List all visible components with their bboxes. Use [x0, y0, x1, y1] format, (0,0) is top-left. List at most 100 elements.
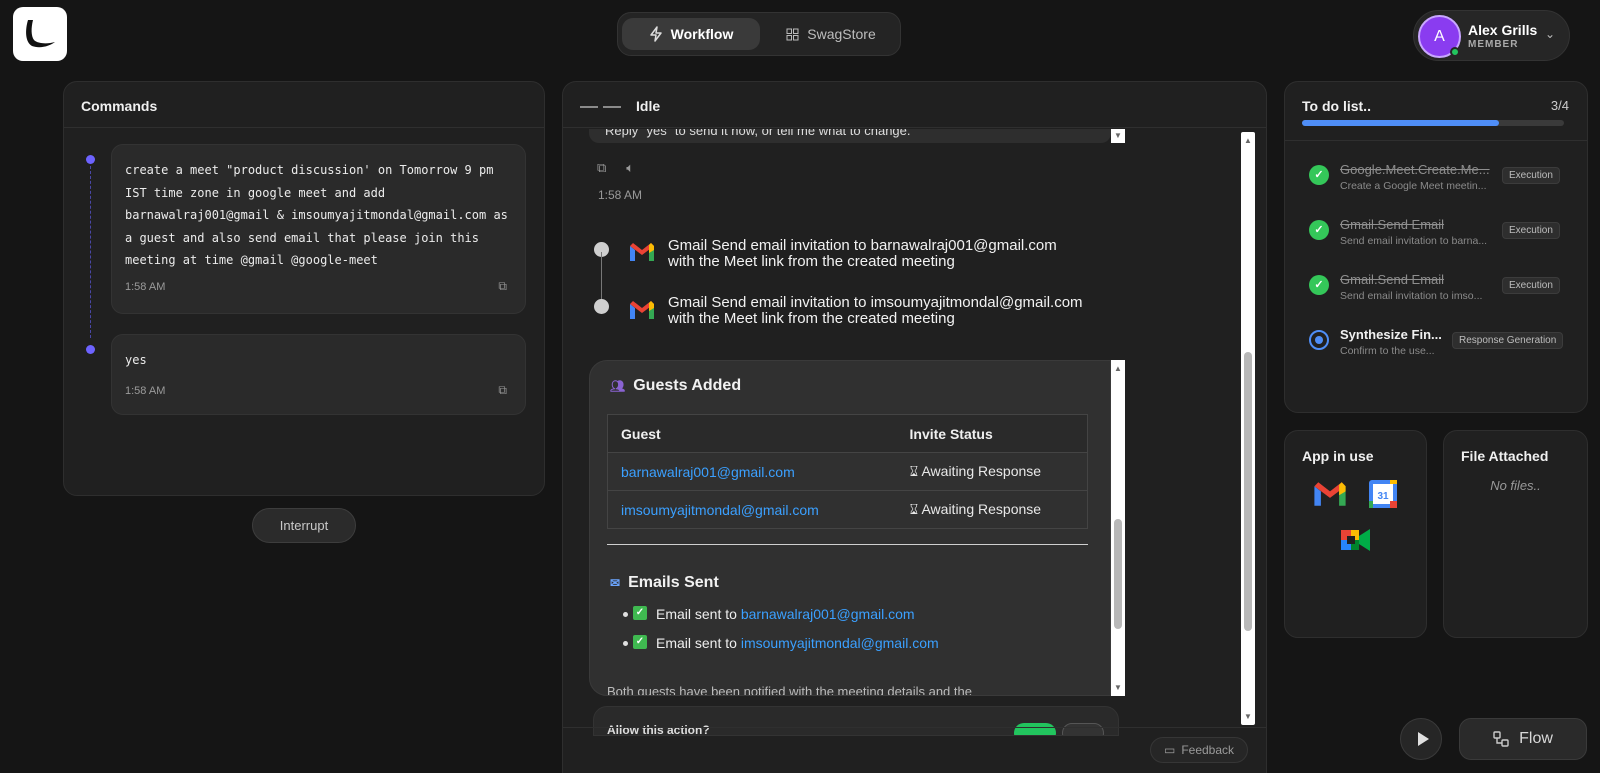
status-badge: Execution — [1502, 222, 1560, 239]
todo-name: Google.Meet.Create.Me... — [1340, 162, 1490, 177]
timeline-dot — [86, 155, 95, 164]
google-calendar-icon: 31 — [1369, 480, 1397, 508]
email-prefix: Email sent to — [656, 635, 741, 651]
copy-icon[interactable]: ⧉ — [498, 279, 507, 294]
guests-title: Guests Added — [633, 377, 742, 394]
email-prefix: Email sent to — [656, 606, 741, 622]
scrollbar-thumb[interactable] — [1244, 352, 1252, 631]
command-time: 1:58 AM — [125, 385, 166, 397]
scrollbar[interactable]: ▲ ▼ — [1111, 360, 1125, 696]
guests-section-title: 👥︎ Guests Added — [610, 377, 741, 395]
todo-progress — [1302, 120, 1564, 126]
divider — [563, 727, 1266, 728]
checkmark-icon: ✓ — [633, 635, 647, 649]
feedback-label: Feedback — [1181, 743, 1235, 757]
agent-status: Idle — [636, 98, 661, 114]
timeline-dot — [86, 345, 95, 354]
table-row: barnawalraj001@gmail.com ⌛︎ Awaiting Res… — [607, 452, 1088, 491]
drag-handle-icon[interactable] — [580, 106, 621, 108]
todo-name: Gmail.Send Email — [1340, 272, 1445, 287]
scrollbar-thumb[interactable] — [1114, 519, 1122, 629]
todo-count: 3/4 — [1550, 98, 1569, 113]
gmail-icon — [630, 243, 654, 261]
chevron-down-icon: ⌄ — [1544, 27, 1555, 41]
table-header: Invite Status — [896, 414, 1088, 453]
apps-panel: App in use 31 — [1284, 430, 1427, 638]
copy-icon[interactable]: ⧉ — [498, 383, 507, 398]
hourglass-icon: ⌛︎ — [909, 463, 922, 479]
list-item: ✓ Email sent to imsoumyajitmondal@gmail.c… — [623, 635, 939, 664]
scrollbar[interactable]: ▼ — [1111, 129, 1125, 143]
gmail-icon — [630, 301, 654, 319]
apps-title: App in use — [1302, 448, 1374, 464]
interrupt-button[interactable]: Interrupt — [252, 508, 356, 543]
divider — [1285, 140, 1587, 141]
checkmark-icon: ✓ — [633, 606, 647, 620]
logo-icon — [26, 20, 55, 48]
email-link[interactable]: imsoumyajitmondal@gmail.com — [741, 635, 939, 651]
status-badge: Execution — [1502, 277, 1560, 294]
guest-email[interactable]: barnawalraj001@gmail.com — [607, 452, 897, 491]
status-text: Awaiting Response — [921, 463, 1042, 479]
status-text: Awaiting Response — [921, 501, 1042, 517]
google-meet-icon — [1341, 529, 1370, 551]
todo-sub: Send email invitation to barna... — [1340, 235, 1488, 247]
todo-sub: Confirm to the use... — [1340, 345, 1435, 357]
step-text: Gmail Send email invitation to imsoumyaj… — [668, 295, 1083, 327]
flow-label: Flow — [1519, 730, 1553, 747]
guest-email[interactable]: imsoumyajitmondal@gmail.com — [607, 490, 897, 529]
check-circle-icon: ✓ — [1309, 220, 1329, 240]
deny-button[interactable] — [1062, 723, 1104, 735]
commands-title: Commands — [81, 98, 158, 114]
workspace-switcher: Workflow SwagStore — [617, 12, 901, 56]
play-button[interactable] — [1400, 718, 1442, 760]
step-dot — [594, 299, 609, 314]
divider — [563, 127, 1266, 128]
todo-item[interactable]: ✓ Gmail.Send Email Send email invitation… — [1309, 268, 1571, 308]
todo-item[interactable]: ✓ Gmail.Send Email Send email invitation… — [1309, 213, 1571, 253]
email-link[interactable]: barnawalraj001@gmail.com — [741, 606, 915, 622]
files-panel: File Attached No files.. — [1443, 430, 1588, 638]
check-circle-icon: ✓ — [1309, 275, 1329, 295]
approve-button[interactable] — [1014, 723, 1056, 735]
radio-active-icon — [1309, 330, 1329, 350]
todo-name: Gmail.Send Email — [1340, 217, 1445, 232]
table-header: Guest — [607, 414, 897, 453]
calendar-day: 31 — [1377, 491, 1389, 502]
flow-icon — [1493, 731, 1509, 747]
app-logo[interactable] — [13, 7, 67, 61]
summary-text: Both guests have been notified with the … — [607, 684, 972, 696]
chat-icon: ▭ — [1163, 743, 1176, 757]
guests-table: Guest Invite Status barnawalraj001@gmail… — [607, 414, 1088, 529]
command-text: yes — [125, 353, 147, 367]
feedback-button[interactable]: ▭ Feedback — [1150, 737, 1248, 763]
hourglass-icon: ⌛︎ — [909, 501, 922, 517]
copy-icon[interactable]: ⧉ — [597, 160, 606, 176]
user-name: Alex Grills — [1468, 22, 1538, 38]
list-item: ✓ Email sent to barnawalraj001@gmail.com — [623, 606, 939, 635]
lightning-icon — [649, 26, 662, 42]
table-row: imsoumyajitmondal@gmail.com ⌛︎ Awaiting … — [607, 490, 1088, 529]
todo-item[interactable]: ✓ Google.Meet.Create.Me... Create a Goog… — [1309, 158, 1571, 198]
scrollbar[interactable]: ▲ ▼ — [1241, 132, 1255, 725]
command-message: yes 1:58 AM ⧉ — [111, 334, 526, 415]
envelope-icon: ✉︎ — [610, 576, 621, 590]
empty-state: No files.. — [1490, 478, 1541, 493]
reply-snippet: Reply "yes" to send it now, or tell me w… — [589, 129, 1111, 143]
commands-panel: Commands create a meet "product discussi… — [63, 81, 545, 496]
speaker-icon[interactable]: 🔈︎ — [626, 160, 634, 176]
command-time: 1:58 AM — [125, 281, 166, 293]
divider — [64, 127, 544, 128]
user-menu[interactable]: A Alex Grills MEMBER ⌄ — [1413, 10, 1570, 61]
todo-item[interactable]: Synthesize Fin... Confirm to the use... … — [1309, 323, 1571, 363]
people-icon: 👥︎ — [610, 379, 626, 393]
invite-status: ⌛︎ Awaiting Response — [896, 452, 1088, 491]
tab-workflow[interactable]: Workflow — [622, 18, 760, 50]
todo-sub: Send email invitation to imso... — [1340, 290, 1483, 302]
tab-swagstore[interactable]: SwagStore — [766, 18, 896, 50]
emails-list: ✓ Email sent to barnawalraj001@gmail.com … — [623, 606, 939, 664]
todo-title: To do list.. — [1302, 98, 1371, 114]
status-badge: Execution — [1502, 167, 1560, 184]
emails-title: Emails Sent — [628, 574, 719, 591]
flow-button[interactable]: Flow — [1459, 718, 1587, 760]
